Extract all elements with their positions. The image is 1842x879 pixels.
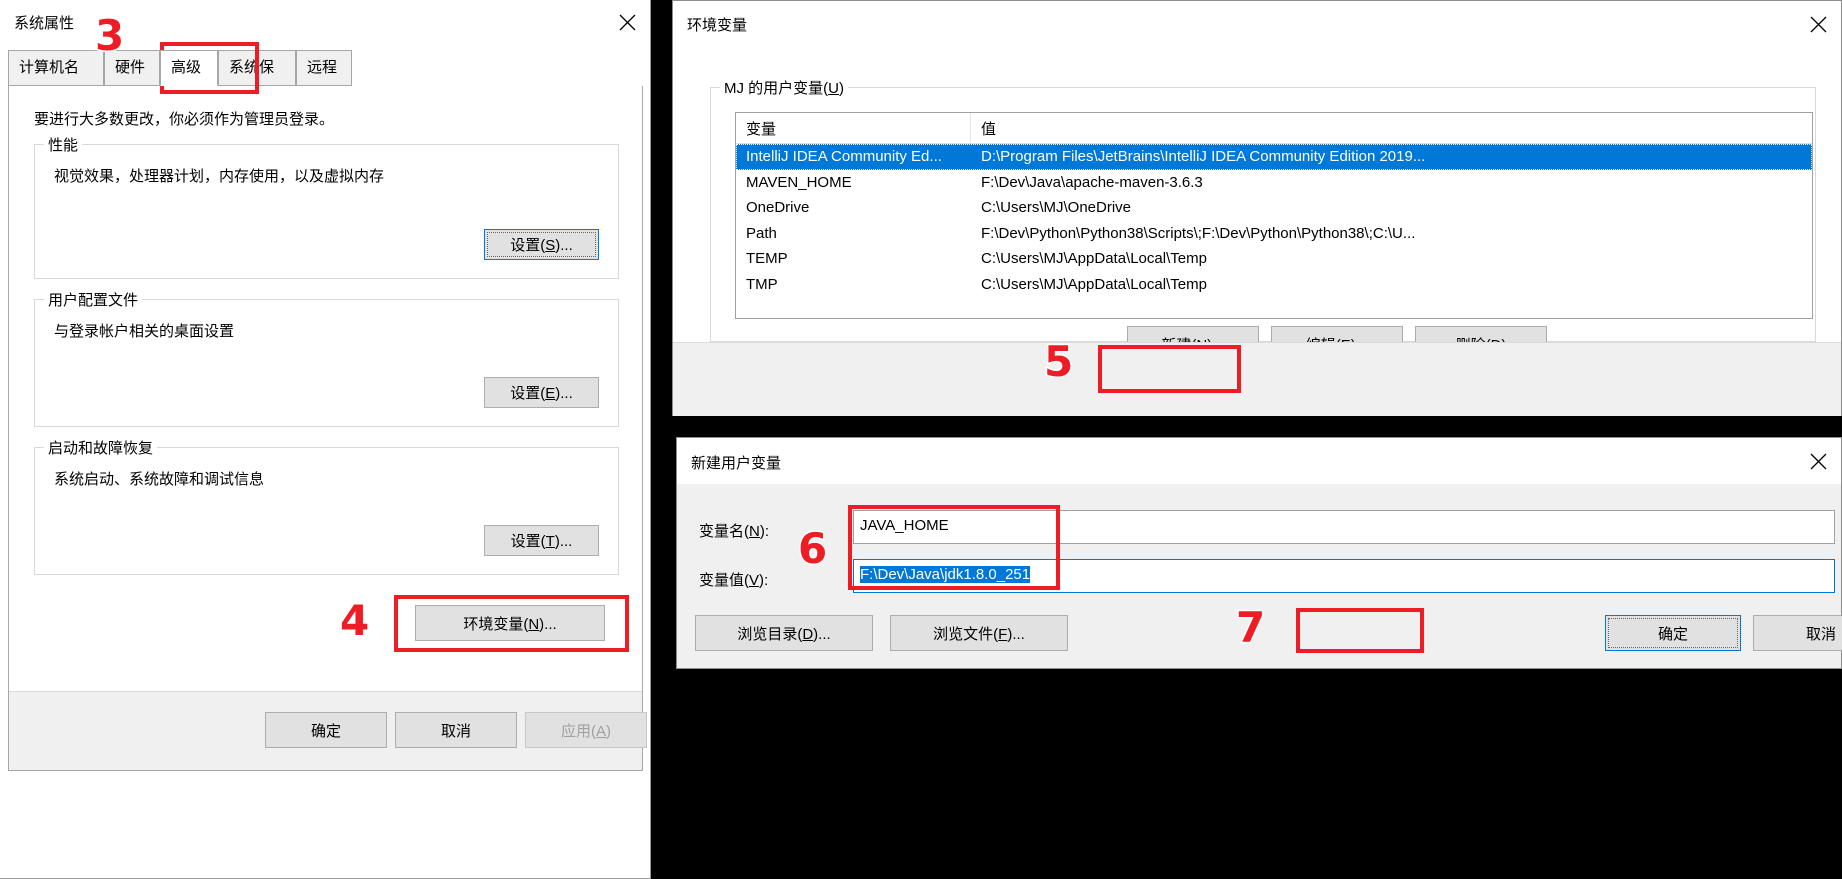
annotation-number-5: 5 xyxy=(1042,337,1074,386)
performance-group-legend: 性能 xyxy=(44,134,83,155)
table-header: 变量 值 xyxy=(736,113,1812,144)
cell-value: F:\Dev\Python\Python38\Scripts\;F:\Dev\P… xyxy=(981,224,1416,242)
cell-variable: Path xyxy=(746,224,777,242)
variable-value-label: 变量值(V): xyxy=(699,572,769,589)
ok-button-label: 确定 xyxy=(310,722,341,740)
performance-group-text: 视觉效果，处理器计划，内存使用，以及虚拟内存 xyxy=(54,168,385,185)
browse-directory-button[interactable]: 浏览目录(D)... xyxy=(695,615,873,651)
user-profiles-group-text: 与登录帐户相关的桌面设置 xyxy=(54,323,235,340)
cell-value: D:\Program Files\JetBrains\IntelliJ IDEA… xyxy=(981,148,1426,166)
browse-directory-button-label: 浏览目录(D)... xyxy=(737,625,831,643)
tab-system-protection[interactable]: 系统保护 xyxy=(218,50,296,110)
new-variable-cancel-button[interactable]: 取消 xyxy=(1753,615,1842,651)
table-row[interactable]: TMP C:\Users\MJ\AppData\Local\Temp xyxy=(736,272,1812,298)
performance-settings-button[interactable]: 设置(S)... xyxy=(484,229,599,260)
browse-file-button-label: 浏览文件(F)... xyxy=(933,625,1025,643)
user-variables-group-legend: MJ 的用户变量(U) xyxy=(720,77,849,98)
apply-button: 应用(A) xyxy=(525,712,647,748)
cancel-button[interactable]: 取消 xyxy=(395,712,517,748)
apply-button-label: 应用(A) xyxy=(560,722,611,740)
annotation-number-3: 3 xyxy=(93,11,125,60)
new-variable-ok-button[interactable]: 确定 xyxy=(1605,615,1741,651)
variable-name-label: 变量名(N): xyxy=(699,523,770,540)
tab-computer-name[interactable]: 计算机名 xyxy=(8,50,104,86)
variable-name-input[interactable]: JAVA_HOME xyxy=(853,510,1835,544)
cell-variable: TMP xyxy=(746,275,778,293)
cell-variable: MAVEN_HOME xyxy=(746,173,852,191)
startup-recovery-settings-button[interactable]: 设置(T)... xyxy=(484,525,599,556)
user-variables-table[interactable]: 变量 值 IntelliJ IDEA Community Ed... D:\Pr… xyxy=(735,112,1813,319)
system-properties-window: 系统属性 计算机名 硬件 高级 系统保护 远程 要进行大多数更改，你必须作为管理… xyxy=(0,0,651,879)
cell-value: F:\Dev\Java\apache-maven-3.6.3 xyxy=(981,173,1203,191)
tab-advanced[interactable]: 高级 xyxy=(160,50,218,86)
advanced-tab-panel: 要进行大多数更改，你必须作为管理员登录。 性能 视觉效果，处理器计划，内存使用，… xyxy=(8,86,647,771)
close-icon[interactable] xyxy=(604,0,650,44)
tab-remote[interactable]: 远程 xyxy=(296,50,352,86)
variable-value-input[interactable]: F:\Dev\Java\jdk1.8.0_251 xyxy=(853,559,1835,593)
environment-variables-button-label: 环境变量(N)... xyxy=(463,615,557,633)
user-variables-group: MJ 的用户变量(U) 变量 值 IntelliJ IDEA Community… xyxy=(710,77,1816,362)
table-row[interactable]: IntelliJ IDEA Community Ed... D:\Program… xyxy=(736,144,1812,170)
cell-variable: TEMP xyxy=(746,250,788,268)
new-variable-ok-button-label: 确定 xyxy=(1657,625,1688,643)
user-profiles-group-legend: 用户配置文件 xyxy=(44,289,143,310)
performance-group: 性能 视觉效果，处理器计划，内存使用，以及虚拟内存 设置(S)... xyxy=(34,134,619,279)
annotation-number-7: 7 xyxy=(1234,603,1266,652)
cell-variable: IntelliJ IDEA Community Ed... xyxy=(746,148,942,166)
new-user-variable-title: 新建用户变量 xyxy=(691,455,782,472)
system-properties-footer: 确定 取消 应用(A) xyxy=(9,691,647,770)
environment-variables-titlebar: 环境变量 xyxy=(673,1,1841,47)
table-row[interactable]: TEMP C:\Users\MJ\AppData\Local\Temp xyxy=(736,246,1812,272)
startup-recovery-group-legend: 启动和故障恢复 xyxy=(44,437,158,458)
table-row[interactable]: MAVEN_HOME F:\Dev\Java\apache-maven-3.6.… xyxy=(736,170,1812,196)
startup-recovery-settings-label: 设置(T)... xyxy=(510,533,573,550)
startup-recovery-group-text: 系统启动、系统故障和调试信息 xyxy=(54,471,265,488)
new-user-variable-titlebar: 新建用户变量 xyxy=(677,438,1841,484)
performance-settings-label: 设置(S)... xyxy=(510,237,573,254)
table-row[interactable]: Path F:\Dev\Python\Python38\Scripts\;F:\… xyxy=(736,221,1812,247)
column-header-variable[interactable]: 变量 xyxy=(736,113,971,143)
startup-recovery-group: 启动和故障恢复 系统启动、系统故障和调试信息 设置(T)... xyxy=(34,437,619,575)
close-icon[interactable] xyxy=(1795,438,1841,484)
cell-value: C:\Users\MJ\OneDrive xyxy=(981,199,1132,217)
variable-name-value: JAVA_HOME xyxy=(860,517,949,534)
cell-variable: OneDrive xyxy=(746,199,810,217)
annotation-number-6: 6 xyxy=(796,524,828,573)
environment-variables-title: 环境变量 xyxy=(687,17,748,34)
close-icon[interactable] xyxy=(1795,1,1841,47)
annotation-number-4: 4 xyxy=(338,596,370,645)
environment-variables-window: 环境变量 MJ 的用户变量(U) 变量 值 IntelliJ IDEA Comm… xyxy=(672,0,1842,416)
new-variable-cancel-button-label: 取消 xyxy=(1805,625,1836,643)
admin-hint-text: 要进行大多数更改，你必须作为管理员登录。 xyxy=(34,111,335,128)
cancel-button-label: 取消 xyxy=(440,722,471,740)
ok-button[interactable]: 确定 xyxy=(265,712,387,748)
user-profiles-group: 用户配置文件 与登录帐户相关的桌面设置 设置(E)... xyxy=(34,289,619,427)
cell-value: C:\Users\MJ\AppData\Local\Temp xyxy=(981,275,1207,293)
variable-value-value: F:\Dev\Java\jdk1.8.0_251 xyxy=(860,566,1031,583)
user-profiles-settings-label: 设置(E)... xyxy=(510,385,573,402)
cell-value: C:\Users\MJ\AppData\Local\Temp xyxy=(981,250,1207,268)
browse-file-button[interactable]: 浏览文件(F)... xyxy=(890,615,1068,651)
table-row[interactable]: OneDrive C:\Users\MJ\OneDrive xyxy=(736,195,1812,221)
column-header-value[interactable]: 值 xyxy=(971,113,1812,143)
user-profiles-settings-button[interactable]: 设置(E)... xyxy=(484,377,599,408)
environment-variables-button[interactable]: 环境变量(N)... xyxy=(415,605,605,641)
system-properties-title: 系统属性 xyxy=(14,15,75,32)
environment-variables-footer xyxy=(673,342,1841,416)
